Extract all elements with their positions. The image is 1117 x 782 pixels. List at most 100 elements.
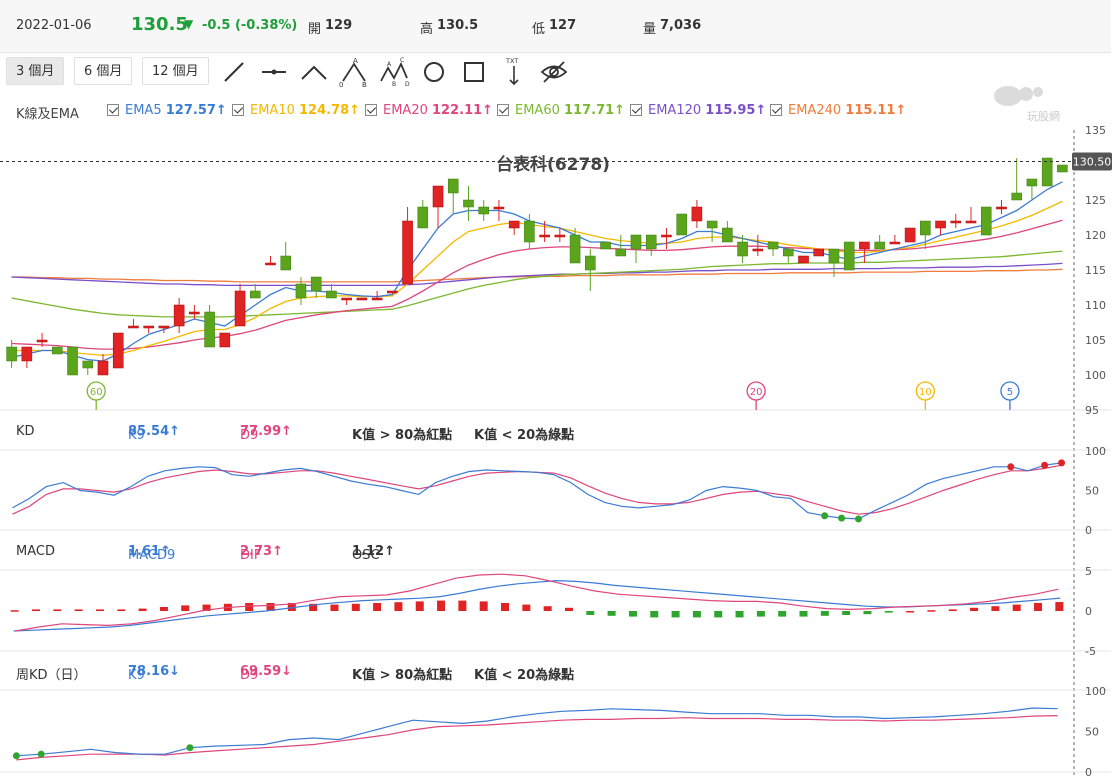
ema5-label: EMA5 [125,103,162,118]
abc-pattern-icon[interactable]: A 0 B [338,56,370,88]
macd-line [13,579,1061,632]
last-price: 130.5 [131,14,188,35]
wkd-note-red: K值 > 80為紅點 [352,668,453,683]
osc-bar [351,603,360,611]
checkbox-icon[interactable] [770,104,782,116]
hide-eye-icon[interactable] [538,56,570,88]
candle-body [402,220,413,285]
ema60-toggle[interactable]: EMA60 117.71↑ [497,103,625,118]
candle-body [645,234,657,250]
price-axis-tick: 125 [1085,194,1106,207]
osc-bar [1034,603,1043,611]
price-axis-tick: 110 [1085,299,1106,312]
kd-red-dot [1007,463,1015,471]
checkbox-icon[interactable] [107,104,119,116]
osc-bar [522,604,531,611]
candle-body [691,206,703,222]
candle-body [67,346,78,376]
wkd-green-dot [37,750,45,758]
ema240-toggle[interactable]: EMA240 115.11↑ [770,103,906,118]
period-3m-button[interactable]: 3 個月 [6,57,65,85]
macd-title: MACD [16,544,55,559]
price-axis-tick: 115 [1085,264,1106,277]
candle-body [447,178,459,194]
candle-body [585,255,596,271]
candle-body [737,241,748,257]
checkbox-icon[interactable] [232,104,244,116]
candle-body [1026,178,1038,187]
candle-body [859,241,870,250]
svg-text:A: A [387,61,392,68]
candle-body [889,241,901,245]
circle-tool-icon[interactable] [418,56,450,88]
ema120-toggle[interactable]: EMA120 115.95↑ [630,103,766,118]
toolbar: 3 個月 6 個月 12 個月 A0B ACBD TXT 玩股網 [0,52,1111,123]
osc-bar [906,611,915,613]
ema20-toggle[interactable]: EMA20 122.11↑ [365,103,493,118]
open-label: 開 [308,22,322,37]
kd-green-dot [838,514,846,522]
osc-bar [373,603,382,611]
wkd-d-name: D9 [240,668,259,683]
period-6m-button[interactable]: 6 個月 [74,57,133,85]
kd-d-name: D9 [240,428,259,443]
osc-bar [95,609,104,611]
candle-body [265,262,276,266]
line-tool-icon[interactable] [218,56,250,88]
ema-legend-title: K線及EMA [16,107,79,122]
checkbox-icon[interactable] [365,104,377,116]
candle-body [980,206,992,236]
candle-body [52,346,63,355]
kd-red-dot [1058,459,1066,467]
candle-body [463,199,474,208]
price-axis-tick: 105 [1085,334,1106,347]
candle-body [280,255,292,271]
ema20-value: 122.11↑ [432,103,494,118]
chart-title: 台表科(6278) [496,154,610,175]
kd-note-green: K值 < 20為綠點 [474,428,575,443]
candle-body [417,206,429,229]
checkbox-icon[interactable] [630,104,642,116]
ema5-toggle[interactable]: EMA5 127.57↑ [107,103,227,118]
osc-bar [1055,602,1064,611]
horizontal-line-icon[interactable] [258,56,290,88]
ema10-toggle[interactable]: EMA10 124.78↑ [232,103,360,118]
wkd-green-dot [186,744,194,752]
candle-body [828,248,840,264]
candle-body [843,241,855,271]
ema10-label: EMA10 [250,103,295,118]
svg-text:D: D [405,81,410,88]
text-arrow-icon[interactable]: TXT [498,56,530,88]
osc-bar [820,611,829,616]
open-value: 129 [325,18,353,33]
candle-body [97,360,109,376]
svg-text:TXT: TXT [505,57,518,65]
rectangle-tool-icon[interactable] [458,56,490,88]
current-price-label: 130.50 [1073,156,1112,169]
candle-body [569,234,581,264]
period-12m-button[interactable]: 12 個月 [142,57,209,85]
ema5-line [11,181,1063,362]
ema60-value: 117.71↑ [564,103,626,118]
price-axis-tick: 135 [1085,124,1106,137]
candle-body [950,220,962,224]
osc-bar [10,610,19,612]
angle-line-icon[interactable] [298,56,330,88]
candle-body [676,213,687,236]
osc-bar [1012,604,1021,611]
candle-body [600,241,611,250]
svg-text:B: B [362,81,367,88]
checkbox-icon[interactable] [497,104,509,116]
candle-body [341,297,352,301]
ema60-line [11,250,1063,318]
osc-bar [223,603,232,611]
price-axis-tick: 120 [1085,229,1106,242]
kd-k-line [12,462,1062,520]
kd-header: KD K9 85.54↑ D9 77.99↑ K值 > 80為紅點 K值 < 2… [0,420,1111,444]
price-axis-tick: 95 [1085,404,1099,417]
ema-legend: K線及EMA EMA5 127.57↑ EMA10 124.78↑ EMA20 … [0,98,1111,124]
candle-body [128,325,139,329]
candle-body [798,255,809,264]
macd-m-name: MACD9 [128,548,176,563]
abcd-pattern-icon[interactable]: A C B D [378,56,410,88]
